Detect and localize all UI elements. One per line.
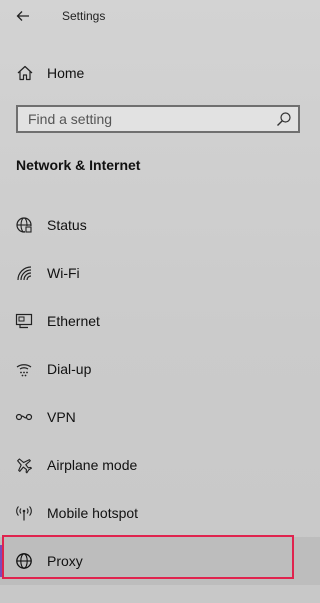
home-icon <box>16 64 34 82</box>
globe-icon <box>15 552 33 570</box>
nav-item-wifi[interactable]: Wi-Fi <box>0 249 320 297</box>
globe-status-icon <box>15 216 33 234</box>
nav-item-vpn[interactable]: VPN <box>0 393 320 441</box>
search-box[interactable] <box>16 105 300 133</box>
nav-item-label: Proxy <box>47 553 83 569</box>
settings-window: Settings Home Network & Internet <box>0 0 320 603</box>
nav-item-status[interactable]: Status <box>0 201 320 249</box>
nav-item-home[interactable]: Home <box>0 58 320 88</box>
nav-item-label: VPN <box>47 409 76 425</box>
nav-item-label: Mobile hotspot <box>47 505 139 521</box>
back-arrow-icon <box>16 10 30 22</box>
nav-item-label: Status <box>47 217 87 233</box>
hotspot-icon <box>15 504 33 522</box>
nav-item-ethernet[interactable]: Ethernet <box>0 297 320 345</box>
nav-item-proxy[interactable]: Proxy <box>0 537 320 585</box>
section-title: Network & Internet <box>16 157 141 173</box>
nav-item-label: Wi-Fi <box>47 265 80 281</box>
airplane-icon <box>15 456 33 474</box>
nav-item-label: Ethernet <box>47 313 100 329</box>
nav-item-label: Airplane mode <box>47 457 138 473</box>
nav-item-dialup[interactable]: Dial-up <box>0 345 320 393</box>
ethernet-icon <box>15 312 33 330</box>
nav-item-mobile-hotspot[interactable]: Mobile hotspot <box>0 489 320 537</box>
home-label: Home <box>47 65 85 81</box>
app-title: Settings <box>62 9 106 23</box>
dialup-icon <box>15 360 33 378</box>
search-input[interactable] <box>18 107 278 131</box>
back-button[interactable] <box>10 5 36 27</box>
nav-list: Status Wi-Fi Ethernet Dial-up VPN Airpla… <box>0 201 320 585</box>
nav-item-label: Dial-up <box>47 361 92 377</box>
title-bar: Settings <box>0 0 320 34</box>
wifi-icon <box>15 264 33 282</box>
selection-indicator <box>0 545 4 577</box>
vpn-icon <box>15 408 33 426</box>
search-icon[interactable] <box>276 111 292 127</box>
nav-item-airplane-mode[interactable]: Airplane mode <box>0 441 320 489</box>
